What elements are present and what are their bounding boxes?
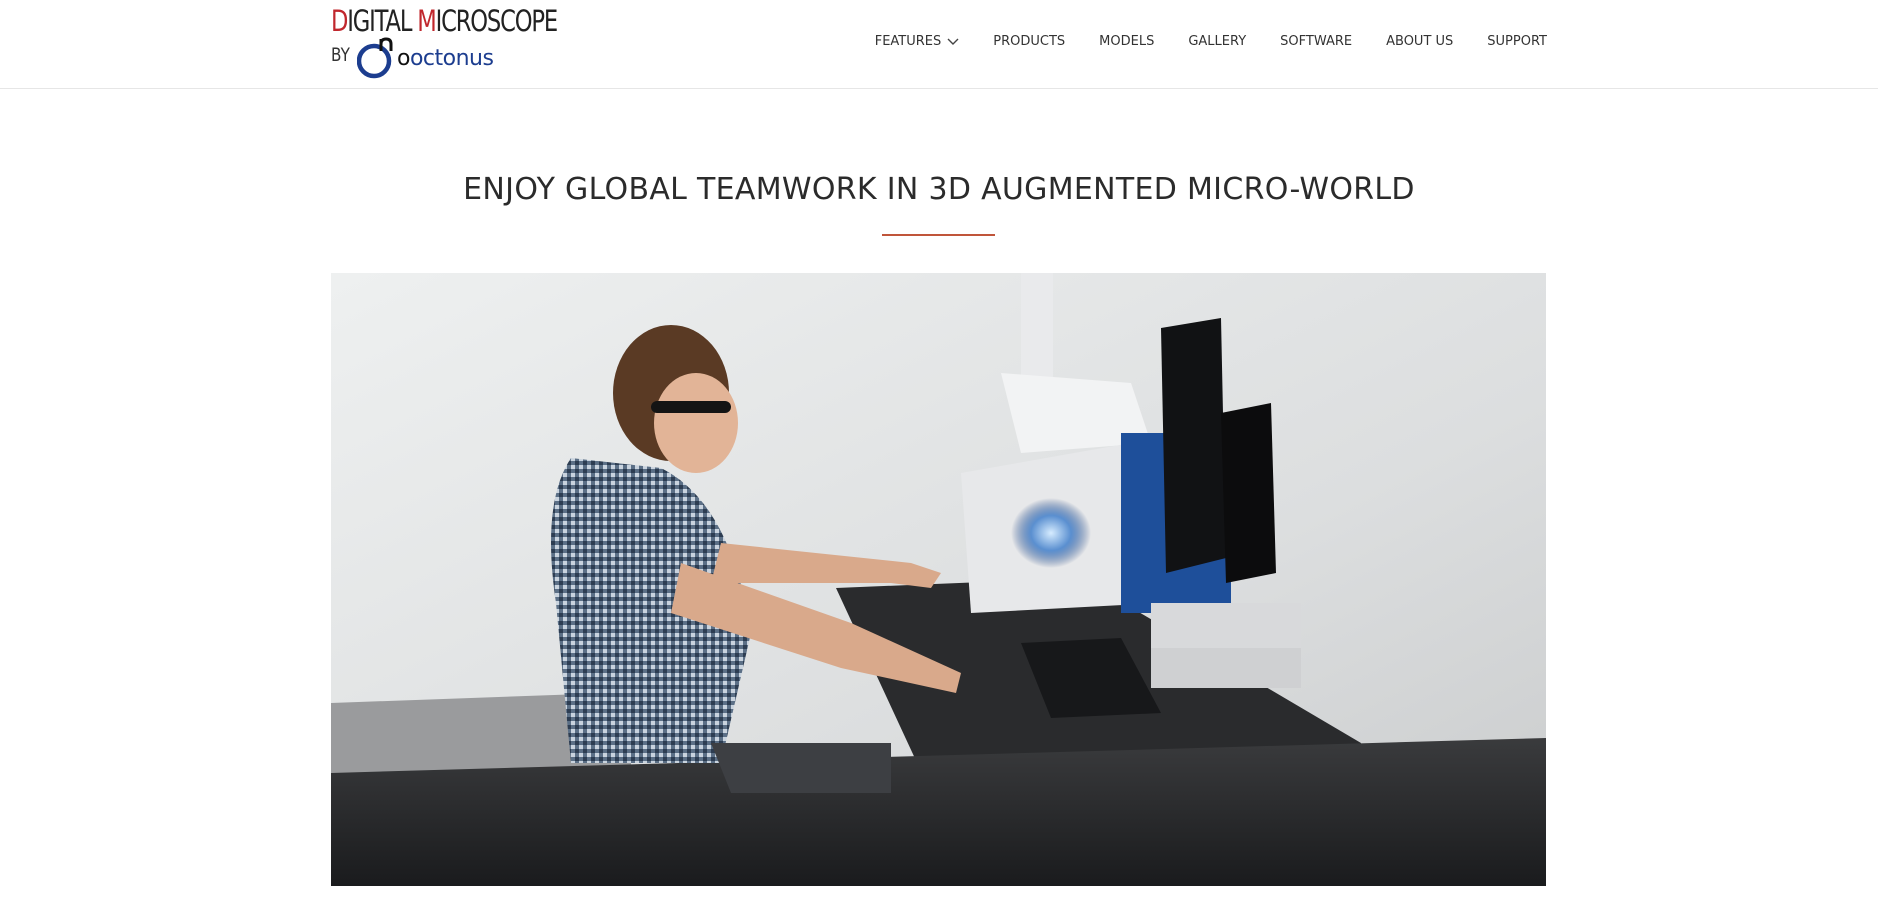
page-title: ENJOY GLOBAL TEAMWORK IN 3D AUGMENTED MI…	[463, 172, 1415, 207]
site-header: DIGITAL MICROSCOPE BY ooctonus FEATURES …	[0, 0, 1878, 89]
logo-by-label: BY	[331, 44, 350, 66]
logo-letter-d: D	[331, 4, 348, 38]
title-divider	[882, 234, 995, 236]
nav-item-software[interactable]: SOFTWARE	[1280, 34, 1352, 49]
logo-letter-m: M	[417, 4, 437, 38]
nav-item-gallery[interactable]: GALLERY	[1188, 34, 1246, 49]
hero-photo-illustration	[331, 273, 1546, 886]
chevron-down-icon	[947, 38, 959, 45]
nav-item-label: MODELS	[1099, 34, 1155, 49]
nav-item-models[interactable]: MODELS	[1099, 34, 1154, 49]
nav-item-label: PRODUCTS	[993, 34, 1066, 49]
nav-item-support[interactable]: SUPPORT	[1487, 34, 1547, 49]
nav-item-about-us[interactable]: ABOUT US	[1386, 34, 1453, 49]
hero-image	[331, 273, 1546, 886]
nav-item-products[interactable]: PRODUCTS	[993, 34, 1065, 49]
site-logo[interactable]: DIGITAL MICROSCOPE BY ooctonus	[331, 4, 571, 80]
nav-item-label: SOFTWARE	[1280, 34, 1353, 49]
logo-brand-text: octonus	[409, 46, 494, 71]
octonus-mark-icon	[357, 37, 393, 79]
logo-brand-name: ooctonus	[397, 46, 494, 71]
nav-item-label: SUPPORT	[1487, 34, 1547, 49]
nav-item-label: ABOUT US	[1386, 34, 1454, 49]
logo-text-icroscope: ICROSCOPE	[435, 4, 559, 38]
logo-wordmark: DIGITAL MICROSCOPE	[331, 4, 559, 38]
logo-brand-dark-o: o	[397, 46, 410, 71]
nav-item-label: GALLERY	[1188, 34, 1247, 49]
nav-item-label: FEATURES	[874, 34, 942, 49]
nav-item-features[interactable]: FEATURES	[875, 34, 960, 49]
logo-text-igital: IGITAL	[347, 4, 418, 38]
main-nav: FEATURES PRODUCTS MODELS GALLERY SOFTWAR…	[875, 34, 1547, 49]
